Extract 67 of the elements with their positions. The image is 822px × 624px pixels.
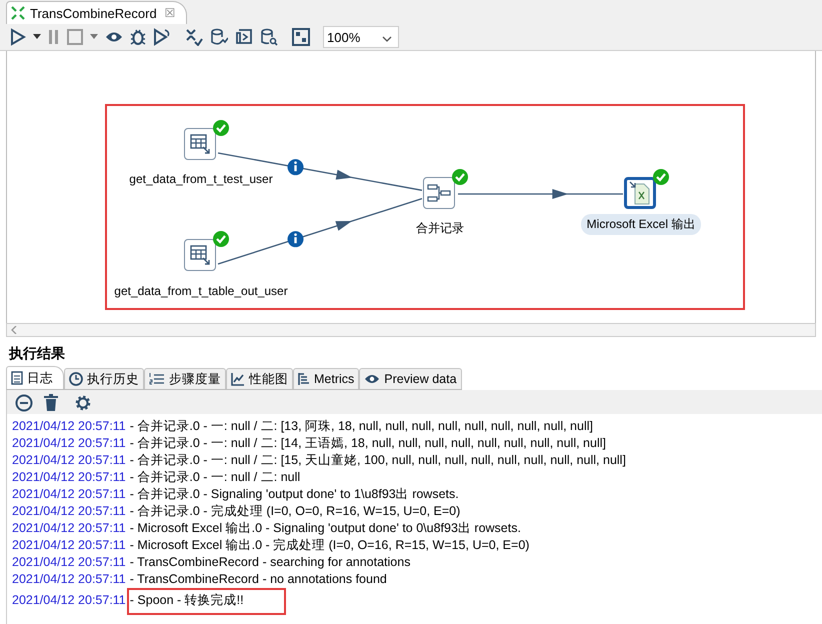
layout-icon[interactable]	[292, 28, 310, 46]
result-tab[interactable]: 性能图	[226, 368, 293, 389]
stop-circle-icon[interactable]	[15, 394, 33, 412]
info-icon[interactable]	[288, 231, 304, 248]
zoom-dropdown[interactable]: 100%	[323, 26, 399, 48]
settings-icon[interactable]	[74, 394, 92, 412]
log-timestamp: 2021/04/12 20:57:11	[12, 453, 126, 467]
log-message: - 合并记录.0 - Signaling 'output done' to 1\u8f93出 rowsets.	[130, 487, 459, 501]
table-input-step-icon[interactable]	[184, 239, 216, 271]
log-message: - Microsoft Excel 输出.0 - Signaling 'output done' to 0\u8f93出 rowsets.	[130, 521, 521, 535]
editor-tab[interactable]: TransCombineRecord ☒	[6, 1, 187, 24]
panel-title: 执行结果	[8, 344, 66, 363]
database-search-icon[interactable]	[260, 28, 278, 46]
log-timestamp: 2021/04/12 20:57:11	[12, 436, 126, 450]
spreadsheet-step-icon[interactable]	[624, 177, 656, 209]
play-icon[interactable]	[10, 28, 26, 46]
shrink-arrows-icon	[11, 6, 25, 20]
log-timestamp: 2021/04/12 20:57:11	[12, 555, 126, 569]
step-label: get_data_from_t_test_user	[128, 171, 274, 188]
log-message: - 合并记录.0 - 一: null / 二: [13, 阿珠, 18, null, null, null, null, null, null, null, null, null]	[130, 419, 593, 433]
check-arrows-icon[interactable]	[185, 28, 203, 46]
log-timestamp: 2021/04/12 20:57:11	[12, 419, 126, 433]
line-chart-icon	[231, 372, 245, 386]
eye-icon	[364, 373, 380, 385]
numbered-list-icon	[149, 372, 165, 386]
notepad-icon	[11, 371, 23, 385]
close-icon[interactable]: ☒	[164, 6, 176, 20]
log-message: - 合并记录.0 - 完成处理 (I=0, O=0, R=16, W=15, U=0, E=0)	[130, 504, 460, 518]
result-tab[interactable]: Preview data	[359, 368, 462, 389]
database-chart-icon[interactable]	[210, 28, 228, 46]
result-tab[interactable]: 日志	[6, 366, 64, 389]
result-tab[interactable]: 步骤度量	[144, 368, 226, 389]
log-message: - 合并记录.0 - 一: null / 二: [15, 天山童姥, 100, null, null, null, null, null, null, null, null, null]	[130, 453, 626, 467]
table-input-step-icon[interactable]	[184, 128, 216, 160]
chevron-down-icon	[382, 36, 392, 42]
result-tab[interactable]: Metrics	[293, 368, 360, 389]
hop-arrow[interactable]	[458, 189, 623, 199]
merge-step-icon[interactable]	[423, 177, 455, 209]
clock-icon	[69, 372, 83, 386]
step-label: get_data_from_t_table_out_user	[113, 283, 289, 300]
trash-icon[interactable]	[43, 394, 59, 412]
bug-icon[interactable]	[130, 28, 146, 46]
log-timestamp: 2021/04/12 20:57:11	[12, 470, 126, 484]
log-message: - 合并记录.0 - 一: null / 二: null	[130, 470, 300, 484]
caret-icon[interactable]	[33, 34, 41, 40]
scroll-left-icon[interactable]	[11, 326, 17, 334]
log-message: - TransCombineRecord - no annotations found	[130, 572, 387, 586]
hierarchy-icon	[298, 372, 310, 386]
log-message: - TransCombineRecord - searching for annotations	[130, 555, 410, 569]
info-icon[interactable]	[288, 159, 304, 176]
eye-icon[interactable]	[105, 31, 123, 43]
log-timestamp: 2021/04/12 20:57:11	[12, 504, 126, 518]
result-tab[interactable]: 执行历史	[64, 368, 144, 389]
log-timestamp: 2021/04/12 20:57:11	[12, 487, 126, 501]
log-timestamp: 2021/04/12 20:57:11	[12, 593, 126, 607]
step-label: Microsoft Excel 输出	[580, 214, 702, 235]
horizontal-scrollbar[interactable]	[6, 323, 816, 337]
log-timestamp: 2021/04/12 20:57:11	[12, 572, 126, 586]
step-label: 合并记录	[415, 220, 465, 237]
log-timestamp: 2021/04/12 20:57:11	[12, 538, 126, 552]
script-icon[interactable]	[235, 28, 253, 46]
log-message: - Spoon - 转换完成!!	[128, 590, 284, 613]
play-arrow-icon[interactable]	[153, 28, 171, 46]
tab-title: TransCombineRecord	[30, 6, 157, 20]
log-message: - 合并记录.0 - 一: null / 二: [14, 王语嫣, 18, null, null, null, null, null, null, null, null, null]	[130, 436, 606, 450]
log-message: - Microsoft Excel 输出.0 - 完成处理 (I=0, O=16, R=15, W=15, U=0, E=0)	[130, 538, 530, 552]
log-timestamp: 2021/04/12 20:57:11	[12, 521, 126, 535]
